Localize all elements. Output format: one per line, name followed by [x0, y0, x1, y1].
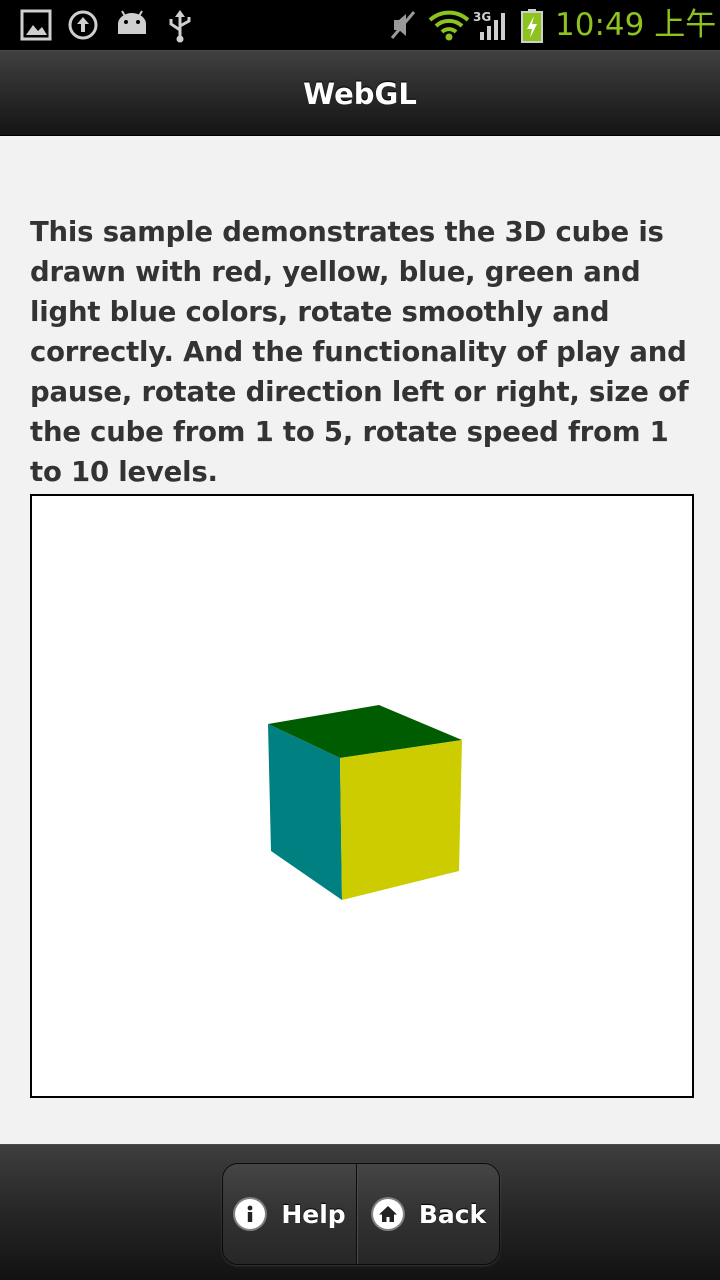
back-button[interactable]: Back [357, 1164, 499, 1264]
page-title: WebGL [303, 77, 417, 111]
footer-bar: Help Back [0, 1144, 720, 1280]
android-debug-icon [118, 10, 146, 34]
sync-icon [68, 10, 98, 40]
signal-icon: 3G [473, 10, 505, 40]
sample-description: This sample demonstrates the 3D cube is … [30, 216, 689, 488]
status-time: 10:49 上午 [555, 7, 717, 43]
header-bar: WebGL [0, 50, 720, 136]
help-button[interactable]: Help [223, 1164, 357, 1264]
rotating-cube [268, 705, 462, 900]
footer-button-group: Help Back [222, 1163, 500, 1265]
webgl-canvas[interactable] [30, 494, 694, 1098]
wifi-icon [428, 10, 470, 41]
usb-icon [169, 10, 191, 43]
help-button-label: Help [281, 1199, 346, 1229]
cube-front-face [340, 740, 462, 900]
mute-icon [390, 11, 416, 39]
home-icon [370, 1197, 405, 1231]
gallery-notification-icon [20, 9, 52, 41]
battery-charging-icon [521, 9, 543, 43]
status-bar: 3G 10:49 上午 [0, 0, 720, 50]
back-button-label: Back [418, 1199, 487, 1229]
svg-text:3G: 3G [473, 10, 491, 24]
info-icon [233, 1197, 268, 1231]
